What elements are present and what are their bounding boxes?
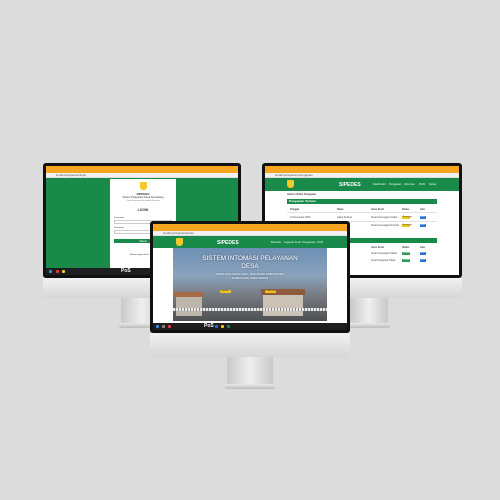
- nav-pengaduan[interactable]: Pengaduan: [302, 241, 315, 244]
- center-monitor-foot: [225, 384, 275, 389]
- panel-title: Pengajuan Terbaru: [287, 199, 437, 204]
- center-monitor-stand: [227, 357, 273, 386]
- password-label: Password: [114, 227, 124, 229]
- browser-icon[interactable]: [168, 325, 171, 328]
- hero-title-line2: DESA: [241, 263, 259, 270]
- hero-subtitle-line2: SUMEDANG JAWA BARAT: [231, 276, 269, 280]
- t2-row2-jenis: Surat Pengantar Nikah: [371, 259, 396, 262]
- th-nama: Nama: [337, 208, 344, 211]
- taskbar-logo: PoS: [121, 268, 131, 274]
- nav-profil[interactable]: Profil: [419, 183, 425, 186]
- row2-action: Lihat: [420, 224, 425, 226]
- nav-informasi[interactable]: Informasi: [404, 183, 415, 186]
- row1-status: Menunggu: [402, 216, 412, 218]
- folder-icon[interactable]: [62, 270, 65, 273]
- th-jenis-surat: Jenis Surat: [371, 208, 384, 211]
- nav-beranda[interactable]: Beranda: [271, 241, 281, 244]
- t2-row1-action-button[interactable]: Lihat: [420, 252, 426, 255]
- app-icon[interactable]: [227, 325, 230, 328]
- hero-title-line1: SISTEM INTOMASI PELAYANAN: [202, 255, 298, 262]
- t2-th-jenis: Jenis Surat: [371, 246, 384, 249]
- hero-button-right[interactable]: Pengaduan: [265, 290, 276, 293]
- t2-row2-action: Lihat: [420, 259, 425, 261]
- t2-row1-action: Lihat: [420, 252, 425, 254]
- t2-th-aksi: Aksi: [420, 246, 426, 249]
- village-logo: [287, 180, 294, 188]
- row1-nama: Ujang Sutisna: [337, 216, 352, 219]
- hero-fence: [173, 308, 327, 311]
- browser-tab-bar: [265, 166, 459, 173]
- browser-tab-bar: [46, 166, 238, 173]
- nav-layanan-surat[interactable]: Layanan Surat: [284, 241, 301, 244]
- brand-name: SIPEDES: [217, 239, 239, 246]
- username-label: Username: [114, 217, 125, 219]
- breadcrumb: Admin / Daftar Pengajuan: [287, 193, 317, 196]
- row1-action-button[interactable]: Lihat: [420, 216, 426, 219]
- row2-status: Menunggu: [402, 224, 412, 226]
- center-monitor-chin: [150, 333, 350, 357]
- top-navbar: SIPEDES Beranda Layanan Surat Pengaduan …: [153, 236, 347, 248]
- th-tanggal: Tanggal: [290, 208, 299, 211]
- nav-dashboard[interactable]: Dashboard: [373, 183, 386, 186]
- t2-row2-status-badge: Selesai: [402, 259, 410, 262]
- t2-row1-status-badge: Selesai: [402, 252, 410, 255]
- start-icon[interactable]: [156, 325, 159, 328]
- t2-row1-status: Selesai: [403, 252, 410, 254]
- top-navbar: SIPEDES Dashboard Pengajuan Informasi Pr…: [265, 178, 459, 191]
- taskbar: PoS: [153, 323, 347, 330]
- browser-icon[interactable]: [56, 270, 59, 273]
- brand-name: SIPEDES: [339, 182, 361, 188]
- nav-pengajuan[interactable]: Pengajuan: [389, 183, 401, 186]
- village-logo: [140, 182, 147, 190]
- app-tagline: Desa Sukamaju Kecamatan Sukasari: [126, 200, 160, 202]
- taskbar-logo: PoS: [204, 323, 214, 329]
- row2-action-button[interactable]: Lihat: [420, 224, 426, 227]
- th-status: Status: [402, 208, 410, 211]
- search-icon[interactable]: [162, 325, 165, 328]
- right-monitor-foot: [348, 323, 390, 328]
- start-icon[interactable]: [49, 270, 52, 273]
- row1-action: Lihat: [420, 216, 425, 218]
- th-aksi: Aksi: [420, 208, 426, 211]
- hero-house-left: [176, 296, 202, 316]
- row1-status-badge: Menunggu: [402, 216, 412, 219]
- hero-button-right-label: Pengaduan: [265, 290, 276, 292]
- app-icon[interactable]: [215, 325, 218, 328]
- nav-profil[interactable]: Profil: [317, 241, 323, 244]
- hero-button-left-label: Layanan: [221, 290, 229, 292]
- nav-keluar[interactable]: Keluar: [429, 183, 437, 186]
- center-monitor-screen: localhost/sipedes/index SIPEDES Beranda …: [153, 224, 347, 330]
- right-monitor-stand: [350, 298, 388, 324]
- t2-row1-jenis: Surat Keterangan Miskin: [371, 252, 398, 255]
- row1-tanggal: 12 Desember 2023: [290, 216, 311, 219]
- row2-jenis: Surat Keterangan Domisili: [371, 224, 399, 227]
- row2-status-badge: Menunggu: [402, 224, 412, 227]
- login-heading: LOGIN: [137, 208, 149, 212]
- hero-button-left[interactable]: Layanan: [220, 290, 231, 293]
- row1-jenis: Surat Keterangan Usaha: [371, 216, 398, 219]
- app-icon[interactable]: [221, 325, 224, 328]
- browser-tab-bar: [153, 224, 347, 231]
- hero-banner: SISTEM INTOMASI PELAYANAN DESA DESA SUKA…: [173, 248, 327, 321]
- t2-th-status: Status: [402, 246, 410, 249]
- t2-row2-action-button[interactable]: Lihat: [420, 259, 426, 262]
- hero-roof-left: [174, 292, 204, 297]
- table-divider: [287, 212, 437, 213]
- hero-house-right: [263, 294, 303, 316]
- t2-row2-status: Selesai: [403, 259, 410, 261]
- village-logo: [176, 238, 183, 246]
- app-subtitle: Sistem Pelayanan Desa Sumedang: [122, 196, 164, 199]
